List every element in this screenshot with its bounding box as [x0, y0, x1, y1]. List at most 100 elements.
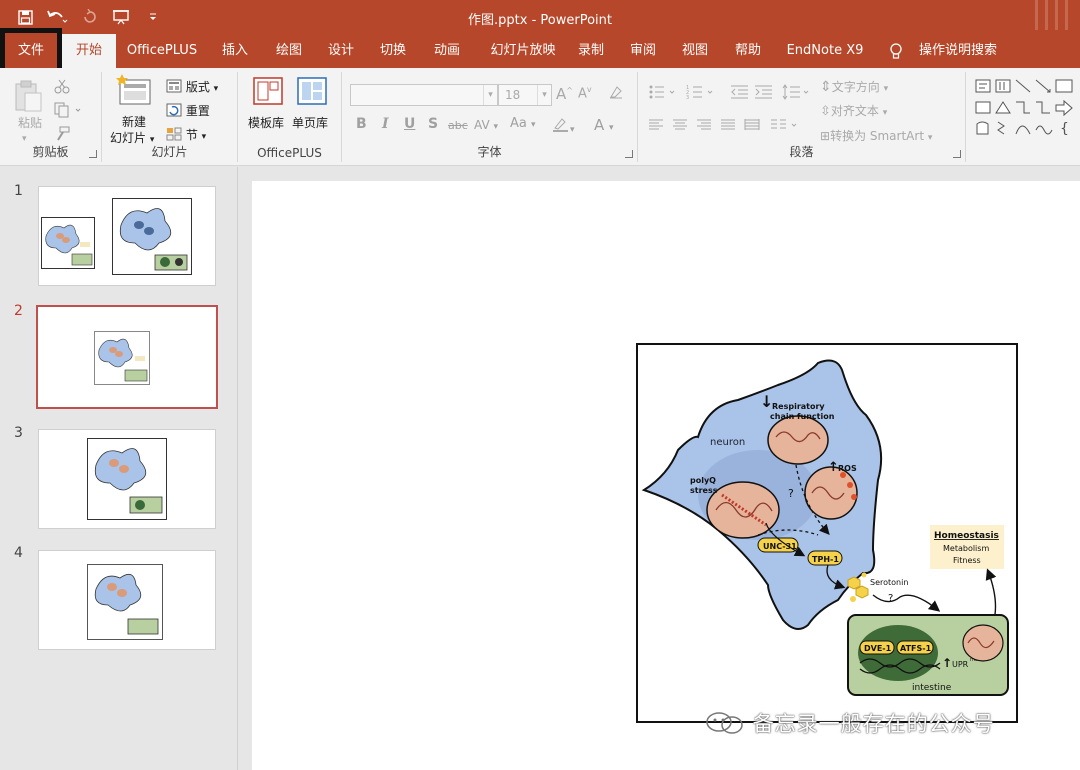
tab-slideshow[interactable]: 幻灯片放映	[478, 34, 568, 68]
clear-formatting-icon[interactable]	[608, 84, 624, 103]
distribute-icon[interactable]	[744, 118, 760, 135]
neuron-label: neuron	[710, 437, 745, 448]
text-direction-button[interactable]: ⇕文字方向 ▾	[820, 78, 888, 95]
slide-editing-area[interactable]: ↓ Respiratory chain function neuron poly…	[239, 167, 1080, 770]
strikethrough-button[interactable]: abc	[448, 119, 468, 132]
tab-officeplus[interactable]: OfficePLUS	[120, 34, 204, 68]
shapes-gallery[interactable]: {	[974, 78, 1080, 140]
thumbnail-figure	[87, 438, 167, 520]
align-text-icon: ⇳	[820, 104, 831, 119]
tab-endnote[interactable]: EndNote X9	[780, 34, 870, 68]
chevron-down-icon: ▾	[483, 85, 497, 105]
underline-button[interactable]: U	[404, 116, 415, 132]
tab-insert[interactable]: 插入	[212, 34, 258, 68]
font-size-combo[interactable]: 18 ▾	[498, 84, 552, 106]
font-size-value: 18	[505, 88, 521, 102]
font-color-button[interactable]: A ▾	[594, 116, 614, 134]
text-shadow-button[interactable]: S	[428, 116, 438, 132]
chevron-down-icon: ▾	[882, 108, 888, 118]
lightbulb-icon[interactable]	[888, 34, 904, 68]
highlight-color-button[interactable]: ▾	[552, 116, 575, 136]
officeplus-label: OfficePLUS	[257, 146, 322, 160]
group-drawing: {	[966, 72, 1080, 162]
slide-thumbnails-panel[interactable]: 1 2 3 4	[0, 167, 238, 770]
metabolism-label: Metabolism	[943, 544, 989, 553]
tab-design[interactable]: 设计	[318, 34, 364, 68]
intestine-label: intestine	[912, 683, 952, 693]
tab-transitions[interactable]: 切换	[370, 34, 416, 68]
ros-label: ROS	[838, 464, 857, 473]
tab-animations[interactable]: 动画	[424, 34, 470, 68]
tab-file[interactable]: 文件	[8, 34, 54, 68]
section-button[interactable]: 节 ▾	[166, 126, 206, 143]
bold-button[interactable]: B	[356, 116, 367, 132]
slide-thumbnail-3[interactable]	[38, 429, 216, 529]
increase-indent-icon[interactable]	[754, 84, 774, 103]
template-library-button[interactable]: 模板库	[248, 114, 284, 131]
bullets-icon[interactable]	[648, 84, 678, 103]
align-left-icon[interactable]	[648, 118, 664, 135]
italic-button[interactable]: I	[382, 116, 389, 132]
tab-record[interactable]: 录制	[568, 34, 614, 68]
slide-figure-image[interactable]: ↓ Respiratory chain function neuron poly…	[636, 343, 1018, 723]
align-center-icon[interactable]	[672, 118, 688, 135]
chevron-down-icon: ▾	[570, 125, 575, 135]
character-spacing-button[interactable]: AV ▾	[474, 118, 498, 132]
paste-label: 粘贴	[18, 116, 43, 130]
font-label: 字体	[477, 145, 502, 159]
smartart-label: 转换为 SmartArt	[830, 129, 925, 143]
atfs1-label: ATFS-1	[900, 644, 932, 653]
slide-thumbnail-4[interactable]	[38, 550, 216, 650]
line-spacing-icon[interactable]	[782, 84, 812, 103]
cut-icon[interactable]	[54, 78, 70, 97]
new-slide-icon[interactable]	[116, 74, 154, 111]
font-launcher-icon[interactable]	[625, 150, 633, 158]
group-clipboard: 粘贴 ▾ 剪贴板	[0, 72, 102, 162]
current-slide[interactable]: ↓ Respiratory chain function neuron poly…	[252, 181, 1080, 770]
tell-me-search[interactable]: 操作说明搜索	[912, 34, 1004, 68]
slide-number-2: 2	[14, 303, 23, 319]
single-page-library-icon[interactable]	[296, 76, 328, 109]
ribbon-tabs: 文件 开始 OfficePLUS 插入 绘图 设计 切换 动画 幻灯片放映 录制…	[0, 34, 1080, 68]
change-case-button[interactable]: Aa ▾	[510, 116, 536, 131]
chain-function-label: chain function	[770, 412, 835, 421]
titlebar-decoration	[1035, 0, 1068, 30]
tab-view[interactable]: 视图	[672, 34, 718, 68]
clipboard-label: 剪贴板	[32, 145, 69, 159]
group-officeplus: 模板库 单页库 OfficePLUS	[238, 72, 342, 162]
font-name-combo[interactable]: ▾	[350, 84, 498, 106]
chevron-down-icon: ▾	[493, 122, 499, 132]
group-paragraph: 123 ⇕文字方向 ▾ ⇳对齐文本 ▾ ⊞转换为 SmartArt ▾ 段落	[638, 72, 966, 162]
single-page-library-button[interactable]: 单页库	[292, 114, 328, 131]
reset-label: 重置	[185, 104, 210, 118]
layout-label: 版式	[185, 80, 210, 94]
columns-icon[interactable]	[770, 118, 800, 135]
decrease-font-icon[interactable]: Av	[578, 85, 592, 101]
tab-home[interactable]: 开始	[62, 34, 116, 68]
fitness-label: Fitness	[953, 556, 981, 565]
increase-font-icon[interactable]: A^	[556, 85, 573, 103]
slide-thumbnail-2[interactable]	[36, 305, 218, 409]
layout-button[interactable]: 版式 ▾	[166, 78, 218, 95]
new-slide-label[interactable]: 新建	[122, 113, 146, 130]
chevron-down-icon: ▾	[201, 132, 207, 142]
clipboard-launcher-icon[interactable]	[89, 150, 97, 158]
align-right-icon[interactable]	[696, 118, 712, 135]
paragraph-launcher-icon[interactable]	[953, 150, 961, 158]
slide-thumbnail-1[interactable]	[38, 186, 216, 286]
align-text-button[interactable]: ⇳对齐文本 ▾	[820, 102, 887, 119]
copy-icon[interactable]	[54, 102, 82, 121]
chevron-down-icon: ▾	[531, 120, 536, 130]
decrease-indent-icon[interactable]	[730, 84, 750, 103]
justify-icon[interactable]	[720, 118, 736, 135]
tab-help[interactable]: 帮助	[725, 34, 771, 68]
template-library-icon[interactable]	[252, 76, 284, 109]
convert-smartart-button[interactable]: ⊞转换为 SmartArt ▾	[820, 127, 932, 144]
numbering-icon[interactable]: 123	[686, 84, 716, 103]
reset-button[interactable]: 重置	[166, 102, 210, 119]
chevron-down-icon: ▾	[213, 84, 219, 94]
paste-button[interactable]	[10, 78, 46, 117]
chevron-down-icon: ▾	[609, 123, 614, 133]
tab-draw[interactable]: 绘图	[266, 34, 312, 68]
tab-review[interactable]: 审阅	[620, 34, 666, 68]
